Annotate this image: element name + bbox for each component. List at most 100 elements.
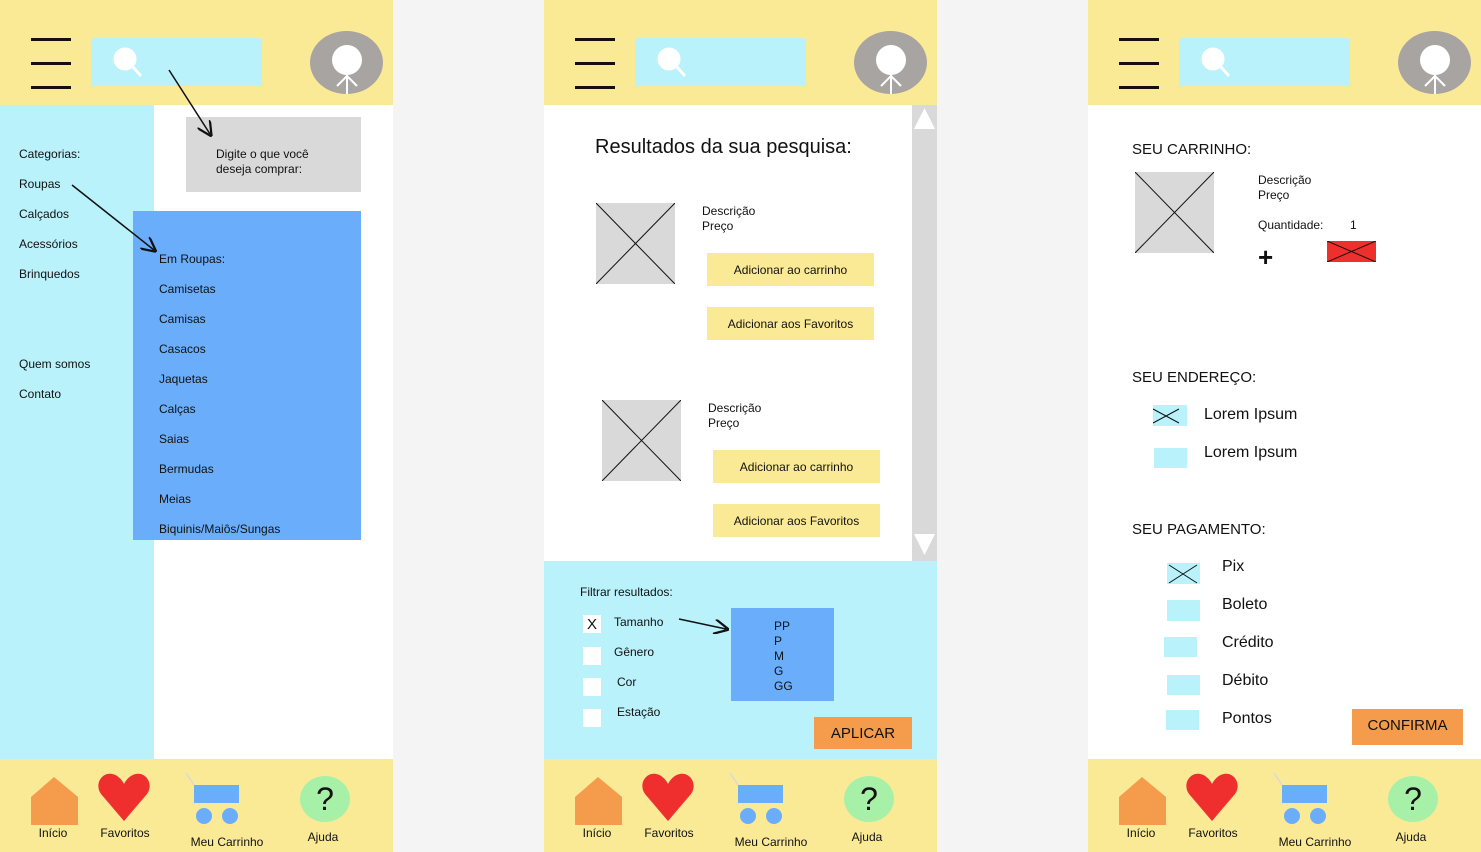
payment-option: Débito: [1222, 672, 1269, 689]
cart-item-price: Preço: [1258, 188, 1290, 202]
cart-item-image-placeholder: [1135, 172, 1214, 253]
avatar[interactable]: [854, 31, 927, 94]
arrow-roupas-to-submenu: [71, 184, 154, 250]
screen-search-results: Resultados da sua pesquisa: Descrição Pr…: [544, 0, 937, 852]
address-option: Lorem Ipsum: [1204, 406, 1298, 423]
search-icon: [657, 47, 687, 78]
payment-title: SEU PAGAMENTO:: [1132, 521, 1266, 538]
heart-icon[interactable]: [98, 772, 150, 822]
quantity-value: 1: [1350, 218, 1357, 232]
size-option[interactable]: M: [774, 649, 784, 663]
payment-option: Pix: [1222, 558, 1245, 575]
help-symbol: ?: [1404, 780, 1422, 817]
nav-help-label[interactable]: Ajuda: [283, 830, 363, 844]
menu-icon[interactable]: [575, 38, 615, 90]
product-description: Descrição: [708, 401, 762, 415]
top-bar: [1088, 0, 1481, 105]
filter-title: Filtrar resultados:: [580, 585, 673, 599]
help-symbol: ?: [860, 780, 878, 817]
payment-radio[interactable]: [1167, 675, 1200, 695]
add-to-cart-button[interactable]: Adicionar ao carrinho: [707, 253, 874, 286]
search-input[interactable]: [635, 38, 806, 86]
cart-item-description: Descrição: [1258, 173, 1312, 187]
size-option[interactable]: GG: [774, 679, 793, 693]
nav-favorites-label[interactable]: Favoritos: [629, 826, 709, 840]
apply-button[interactable]: APLICAR: [814, 717, 912, 749]
nav-help-label[interactable]: Ajuda: [1371, 830, 1451, 844]
cart-icon[interactable]: [1272, 771, 1330, 826]
nav-cart-label[interactable]: Meu Carrinho: [1275, 835, 1355, 849]
menu-icon[interactable]: [1119, 38, 1159, 90]
address-option: Lorem Ipsum: [1204, 444, 1298, 461]
heart-icon[interactable]: [642, 772, 694, 822]
nav-help-label[interactable]: Ajuda: [827, 830, 907, 844]
add-to-cart-button[interactable]: Adicionar ao carrinho: [713, 450, 880, 483]
scroll-up-icon[interactable]: [914, 108, 935, 129]
payment-option: Pontos: [1222, 710, 1272, 727]
scroll-down-icon[interactable]: [914, 534, 935, 555]
size-option[interactable]: G: [774, 664, 783, 678]
user-icon: [1420, 45, 1450, 94]
nav-home-label[interactable]: Início: [1101, 826, 1181, 840]
product-price: Preço: [702, 219, 734, 233]
confirm-button[interactable]: CONFIRMA: [1352, 709, 1463, 745]
heart-icon[interactable]: [1186, 772, 1238, 822]
address-radio-selected[interactable]: [1153, 405, 1187, 426]
help-symbol: ?: [316, 780, 334, 817]
product-description: Descrição: [702, 204, 756, 218]
payment-radio[interactable]: [1164, 637, 1197, 657]
size-option[interactable]: PP: [774, 619, 790, 633]
results-title: Resultados da sua pesquisa:: [595, 136, 852, 158]
filter-checkbox-tamanho[interactable]: X: [583, 615, 601, 633]
screen-checkout: SEU CARRINHO: Descrição Preço Quantidade…: [1088, 0, 1481, 852]
help-icon[interactable]: ?: [844, 776, 894, 822]
annotation-arrow: [678, 618, 734, 634]
cart-title: SEU CARRINHO:: [1132, 141, 1252, 158]
add-to-favorites-button[interactable]: Adicionar aos Favoritos: [713, 504, 880, 537]
filter-option-label: Gênero: [614, 645, 655, 659]
bottom-nav: Início Favoritos Meu Carrinho ? Ajuda: [0, 759, 393, 852]
address-title: SEU ENDEREÇO:: [1132, 369, 1257, 386]
help-icon[interactable]: ?: [1388, 776, 1438, 822]
annotation-arrows: [71, 69, 393, 852]
filter-option-label: Cor: [617, 675, 637, 689]
home-icon[interactable]: [1119, 777, 1166, 825]
nav-cart-label[interactable]: Meu Carrinho: [187, 835, 267, 849]
screen-categories: Categorias: Roupas Calçados Acessórios B…: [0, 0, 393, 852]
scrollbar[interactable]: [912, 105, 937, 561]
payment-radio-selected[interactable]: [1167, 563, 1200, 584]
nav-cart-label[interactable]: Meu Carrinho: [731, 835, 811, 849]
user-icon: [876, 45, 906, 94]
add-to-favorites-button[interactable]: Adicionar aos Favoritos: [707, 307, 874, 340]
filter-checkbox-genero[interactable]: [583, 647, 601, 665]
address-radio[interactable]: [1154, 448, 1187, 468]
payment-option: Crédito: [1222, 634, 1274, 651]
payment-radio[interactable]: [1167, 600, 1200, 621]
search-input[interactable]: [1179, 38, 1350, 86]
cart-icon[interactable]: [184, 771, 242, 826]
bottom-nav: Início Favoritos Meu Carrinho ? Ajuda: [1088, 759, 1481, 852]
nav-favorites-label[interactable]: Favoritos: [1173, 826, 1253, 840]
nav-home-label[interactable]: Início: [557, 826, 637, 840]
help-icon[interactable]: ?: [300, 776, 350, 822]
filter-checkbox-cor[interactable]: [583, 678, 601, 696]
nav-home-label[interactable]: Início: [13, 826, 93, 840]
payment-radio[interactable]: [1166, 710, 1199, 730]
cart-icon[interactable]: [728, 771, 786, 826]
filter-checkbox-estacao[interactable]: [583, 709, 601, 727]
product-image-placeholder: [596, 203, 675, 284]
size-option[interactable]: P: [774, 634, 782, 648]
quantity-label: Quantidade:: [1258, 218, 1324, 232]
arrow-search-to-tooltip: [168, 69, 210, 134]
plus-icon[interactable]: +: [1258, 242, 1273, 273]
product-price: Preço: [708, 416, 740, 430]
search-icon: [1201, 47, 1231, 78]
home-icon[interactable]: [575, 777, 622, 825]
nav-favorites-label[interactable]: Favoritos: [85, 826, 165, 840]
avatar[interactable]: [1398, 31, 1471, 94]
product-image-placeholder: [602, 400, 681, 481]
home-icon[interactable]: [31, 777, 78, 825]
remove-item-icon[interactable]: [1327, 241, 1376, 262]
filter-option-label: Estação: [617, 705, 661, 719]
filter-option-label: Tamanho: [614, 615, 664, 629]
